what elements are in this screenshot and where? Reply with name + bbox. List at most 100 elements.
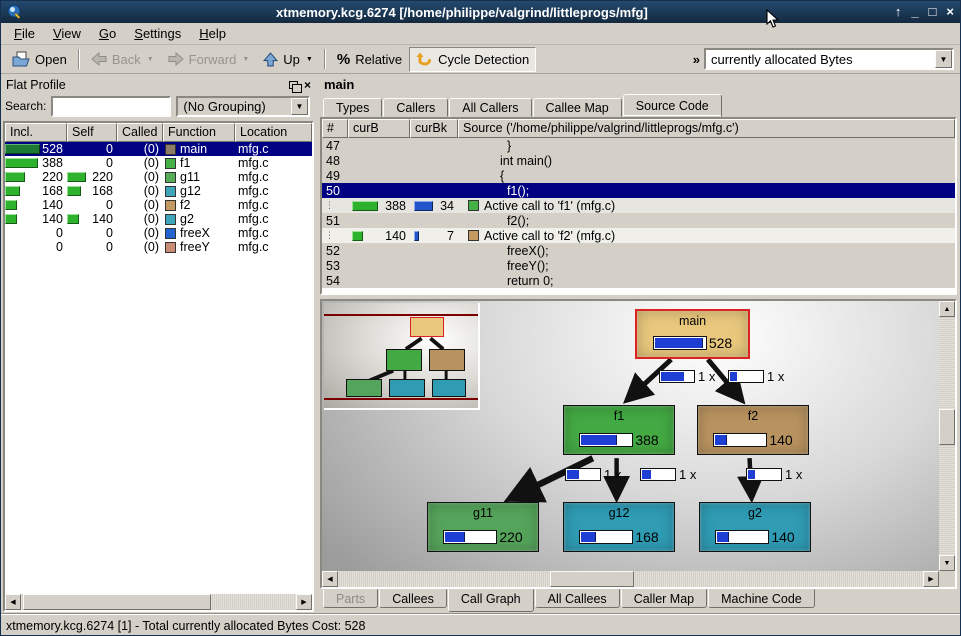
- source-column-header-0[interactable]: #: [322, 119, 348, 138]
- title-bar[interactable]: xtmemory.kcg.6274 [/home/philippe/valgri…: [1, 1, 960, 23]
- tab-call-graph[interactable]: Call Graph: [448, 589, 534, 612]
- graph-overview-map[interactable]: [324, 303, 480, 410]
- application-window: xtmemory.kcg.6274 [/home/philippe/valgri…: [0, 0, 961, 636]
- graph-vscrollbar[interactable]: ▲ ▼: [939, 301, 955, 571]
- source-call-line[interactable]: ⋮1407Active call to 'f2' (mfg.c): [322, 228, 955, 243]
- scroll-left-icon[interactable]: ◀: [5, 594, 21, 610]
- table-row[interactable]: 00(0)freeXmfg.c: [5, 226, 312, 240]
- source-column-header-1[interactable]: curB: [348, 119, 410, 138]
- table-row[interactable]: 220220(0)g11mfg.c: [5, 170, 312, 184]
- function-type-icon: [165, 186, 176, 197]
- graph-node-g12[interactable]: g12168: [563, 502, 675, 552]
- open-button[interactable]: Open: [5, 47, 74, 72]
- edge-label-main-f1[interactable]: 1 x: [659, 369, 715, 384]
- graph-node-f1[interactable]: f1388: [563, 405, 675, 455]
- table-row[interactable]: 1400(0)f2mfg.c: [5, 198, 312, 212]
- up-dropdown-icon[interactable]: ▼: [306, 56, 313, 63]
- line-number: 50: [322, 184, 348, 198]
- graph-hscrollbar[interactable]: ◀ ▶: [322, 571, 939, 587]
- tab-parts[interactable]: Parts: [323, 589, 378, 608]
- graph-node-f2[interactable]: f2140: [697, 405, 809, 455]
- menu-go[interactable]: Go: [90, 24, 125, 43]
- column-header-location[interactable]: Location: [235, 123, 312, 142]
- graph-node-g11[interactable]: g11220: [427, 502, 539, 552]
- event-type-select[interactable]: currently allocated Bytes ▼: [704, 48, 954, 70]
- scroll-right-icon[interactable]: ▶: [923, 571, 939, 587]
- tab-caller-map[interactable]: Caller Map: [621, 589, 707, 608]
- source-column-header-2[interactable]: curBk: [410, 119, 458, 138]
- maximize-button[interactable]: □: [929, 2, 937, 22]
- grouping-select[interactable]: (No Grouping) ▼: [176, 96, 310, 117]
- source-line[interactable]: 52 freeX();: [322, 243, 955, 258]
- scroll-track[interactable]: [21, 594, 296, 610]
- tab-types[interactable]: Types: [323, 98, 382, 117]
- scroll-up-icon[interactable]: ▲: [939, 301, 955, 317]
- source-line[interactable]: 51 f2();: [322, 213, 955, 228]
- source-call-line[interactable]: ⋮38834Active call to 'f1' (mfg.c): [322, 198, 955, 213]
- scroll-track[interactable]: [939, 317, 955, 555]
- flat-profile-hscrollbar[interactable]: ◀ ▶: [5, 594, 312, 610]
- tab-callers[interactable]: Callers: [383, 98, 448, 117]
- minimize-button[interactable]: _: [911, 2, 918, 22]
- source-column-header-3[interactable]: Source ('/home/philippe/valgrind/littlep…: [458, 119, 955, 138]
- back-button[interactable]: Back ▼: [84, 47, 161, 72]
- column-header-incl[interactable]: Incl.: [5, 123, 67, 142]
- toolbar-overflow-icon[interactable]: »: [693, 52, 700, 67]
- scroll-down-icon[interactable]: ▼: [939, 555, 955, 571]
- menu-settings[interactable]: Settings: [125, 24, 190, 43]
- source-line[interactable]: 48int main(): [322, 153, 955, 168]
- source-text: f2();: [458, 214, 955, 228]
- scroll-thumb[interactable]: [939, 409, 955, 445]
- shade-button[interactable]: ↑: [895, 2, 902, 22]
- scroll-thumb[interactable]: [550, 571, 634, 587]
- source-line[interactable]: 53 freeY();: [322, 258, 955, 273]
- up-button[interactable]: Up ▼: [256, 47, 320, 72]
- edge-label-main-f2[interactable]: 1 x: [728, 369, 784, 384]
- source-line[interactable]: 49{: [322, 168, 955, 183]
- column-header-called[interactable]: Called: [117, 123, 163, 142]
- cycle-detection-button[interactable]: Cycle Detection: [409, 47, 536, 72]
- table-row[interactable]: 140140(0)g2mfg.c: [5, 212, 312, 226]
- graph-node-main[interactable]: main528: [635, 309, 750, 359]
- table-row[interactable]: 00(0)freeYmfg.c: [5, 240, 312, 254]
- edge-label-f1-g12[interactable]: 1 x: [640, 467, 696, 482]
- table-row[interactable]: 5280(0)mainmfg.c: [5, 142, 312, 156]
- call-graph-canvas[interactable]: main528 f1388 f2140 g11220 g12168 g2140 1 x 1 …: [322, 301, 939, 571]
- back-dropdown-icon[interactable]: ▼: [147, 56, 154, 63]
- close-button[interactable]: ×: [946, 2, 954, 22]
- selected-function-heading: main: [320, 74, 957, 94]
- tab-callees[interactable]: Callees: [379, 589, 447, 608]
- forward-dropdown-icon[interactable]: ▼: [242, 56, 249, 63]
- table-row[interactable]: 168168(0)g12mfg.c: [5, 184, 312, 198]
- tab-machine-code[interactable]: Machine Code: [708, 589, 815, 608]
- tab-source-code[interactable]: Source Code: [623, 94, 722, 117]
- grouping-dropdown-icon[interactable]: ▼: [291, 98, 308, 115]
- tab-callee-map[interactable]: Callee Map: [533, 98, 622, 117]
- tab-all-callers[interactable]: All Callers: [449, 98, 531, 117]
- menu-view[interactable]: View: [44, 24, 90, 43]
- scroll-right-icon[interactable]: ▶: [296, 594, 312, 610]
- scroll-thumb[interactable]: [23, 594, 211, 610]
- menu-file[interactable]: File: [5, 24, 44, 43]
- source-line[interactable]: 54 return 0;: [322, 273, 955, 288]
- scroll-track[interactable]: [338, 571, 923, 587]
- curb-cell: 388: [348, 198, 410, 213]
- search-input[interactable]: [51, 96, 171, 117]
- event-type-dropdown-icon[interactable]: ▼: [935, 50, 952, 68]
- dock-float-icon[interactable]: [289, 81, 298, 89]
- menu-help[interactable]: Help: [190, 24, 235, 43]
- graph-node-g2[interactable]: g2140: [699, 502, 811, 552]
- column-header-function[interactable]: Function: [163, 123, 235, 142]
- flat-profile-dock-header[interactable]: Flat Profile ×: [3, 75, 314, 94]
- edge-label-f2-g2[interactable]: 1 x: [746, 467, 802, 482]
- relative-button[interactable]: % Relative: [330, 47, 409, 72]
- scroll-left-icon[interactable]: ◀: [322, 571, 338, 587]
- source-line[interactable]: 50 f1();: [322, 183, 955, 198]
- source-line[interactable]: 47 }: [322, 138, 955, 153]
- forward-button[interactable]: Forward ▼: [161, 47, 257, 72]
- edge-label-f1-g11[interactable]: 1 x: [565, 467, 621, 482]
- tab-all-callees[interactable]: All Callees: [535, 589, 620, 608]
- dock-close-icon[interactable]: ×: [304, 80, 311, 90]
- table-row[interactable]: 3880(0)f1mfg.c: [5, 156, 312, 170]
- column-header-self[interactable]: Self: [67, 123, 117, 142]
